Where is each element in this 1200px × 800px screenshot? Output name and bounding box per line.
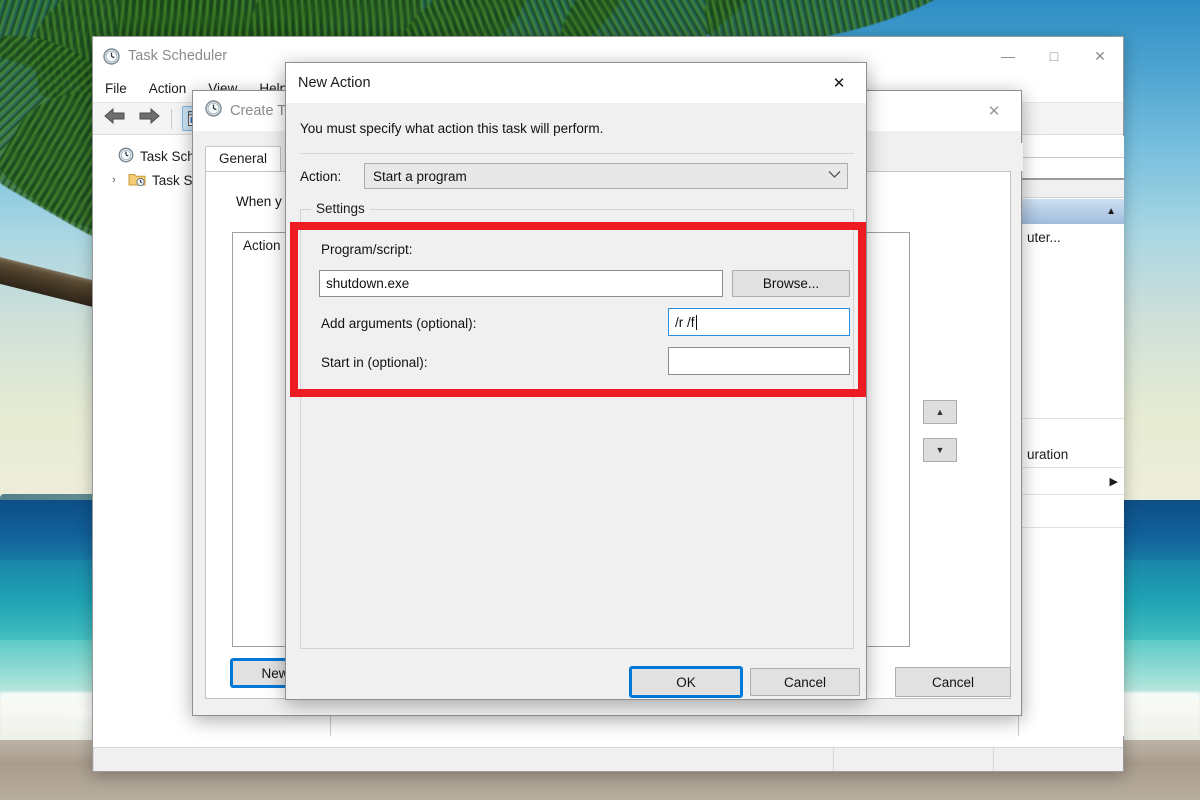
clock-icon [103,47,120,65]
action-label: Action: [300,169,342,184]
actions-pane-spacer [1019,419,1124,441]
back-icon[interactable] [103,107,127,130]
actions-pane-item-submenu[interactable]: ▶ [1019,468,1124,494]
create-task-close-button[interactable]: ✕ [973,92,1015,130]
tree-item-label: Task S [152,172,193,188]
actions-pane-item-label: uter... [1027,229,1061,245]
actions-pane: ▲ uter... uration ▶ [1018,136,1124,736]
menu-item-file[interactable]: File [105,81,127,96]
chevron-down-icon [828,170,841,182]
action-dropdown-value: Start a program [373,168,467,184]
browse-button[interactable]: Browse... [732,270,850,297]
start-in-label: Start in (optional): [321,355,428,370]
status-cell [93,748,833,771]
new-action-instruction: You must specify what action this task w… [300,121,604,136]
collapse-icon[interactable]: ▲ [1106,206,1116,217]
tab-general[interactable]: General [205,146,282,171]
actions-pane-item-configuration[interactable]: uration [1019,441,1124,467]
settings-group-label: Settings [311,201,370,216]
action-dropdown[interactable]: Start a program [364,163,848,189]
new-action-cancel-label: Cancel [783,674,827,690]
actions-pane-header[interactable]: ▲ [1019,198,1124,224]
new-action-close-button[interactable]: ✕ [818,64,860,102]
add-arguments-value: /r /f [675,314,695,330]
program-script-label: Program/script: [321,242,413,257]
status-cell [833,748,993,771]
close-button[interactable]: ✕ [1077,37,1123,75]
add-arguments-label: Add arguments (optional): [321,316,477,331]
add-arguments-input[interactable]: /r /f [668,308,850,336]
move-down-button[interactable]: ▼ [923,438,957,462]
new-action-title: New Action [298,75,371,91]
clock-icon [205,100,222,122]
new-action-cancel-button[interactable]: Cancel [750,668,860,696]
actions-pane-row [1019,158,1124,180]
actions-pane-row [1019,180,1124,198]
folder-clock-icon [128,171,146,190]
maximize-button[interactable]: □ [1031,37,1077,75]
actions-pane-item-connect[interactable]: uter... [1019,224,1124,250]
start-in-input[interactable] [668,347,850,375]
create-task-cancel-button[interactable]: Cancel [895,667,1011,697]
clock-icon [118,147,134,166]
window-controls: — □ ✕ [985,37,1123,75]
task-scheduler-title: Task Scheduler [128,48,228,64]
actions-pane-separator [1019,527,1124,528]
ok-button-label: OK [676,674,696,690]
new-action-dialog: New Action ✕ You must specify what actio… [285,62,867,700]
status-cell [993,748,1123,771]
program-script-value: shutdown.exe [326,276,410,291]
forward-icon[interactable] [137,107,161,130]
toolbar-separator [171,108,172,129]
new-action-titlebar: New Action ✕ [286,63,866,103]
desktop: Task Scheduler — □ ✕ File Action View He… [0,0,1200,800]
actions-pane-spacer [1019,495,1124,527]
browse-button-label: Browse... [762,276,820,291]
tree-chevron[interactable]: › [112,174,122,186]
actions-pane-spacer [1019,250,1124,418]
text-caret [695,314,697,330]
create-task-title: Create T [230,103,287,119]
status-bar [93,747,1123,771]
minimize-button[interactable]: — [985,37,1031,75]
menu-item-action[interactable]: Action [149,81,187,96]
instruction-divider [300,153,854,154]
create-task-description: When y [236,194,282,209]
program-script-input[interactable]: shutdown.exe [319,270,723,297]
triangle-down-icon: ▼ [935,445,945,455]
move-up-button[interactable]: ▲ [923,400,957,424]
actions-pane-item-label: uration [1027,446,1069,462]
create-task-cancel-label: Cancel [931,674,975,690]
chevron-right-icon: ▶ [1109,475,1118,488]
actions-pane-row [1019,136,1124,158]
triangle-up-icon: ▲ [935,407,945,417]
ok-button[interactable]: OK [629,666,743,698]
